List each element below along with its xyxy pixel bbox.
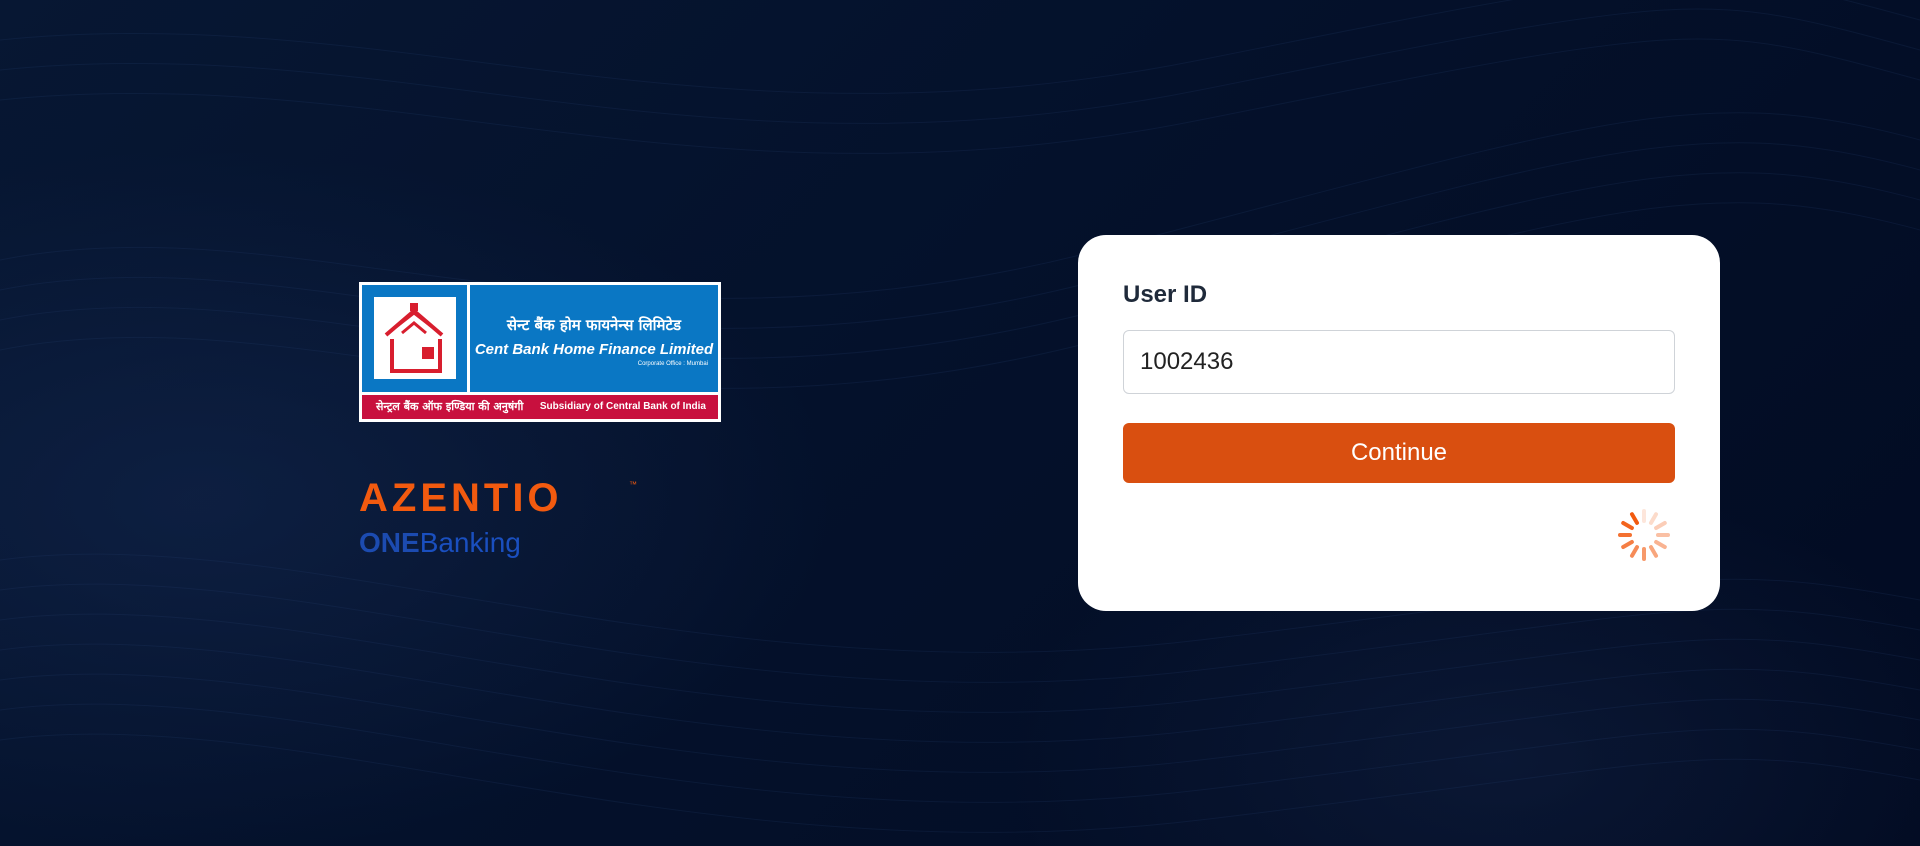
cbhfl-logo-divider xyxy=(467,285,470,392)
continue-button[interactable]: Continue xyxy=(1123,423,1675,483)
cbhfl-logo: सेन्ट बैंक होम फायनेन्स लिमिटेड Cent Ban… xyxy=(359,282,721,422)
cbhfl-english-name: Cent Bank Home Finance Limited xyxy=(474,341,714,358)
cbhfl-logo-bottom-band: सेन्ट्रल बैंक ऑफ इण्डिया की अनुषंगी Subs… xyxy=(362,395,718,419)
onebanking-one: ONE xyxy=(359,527,420,558)
onebanking-logo: ONEBanking xyxy=(359,527,521,559)
user-id-input[interactable] xyxy=(1123,330,1675,394)
house-icon xyxy=(374,297,456,379)
cbhfl-english-subsidiary: Subsidiary of Central Bank of India xyxy=(539,401,706,412)
loading-spinner-icon xyxy=(1614,505,1674,565)
azentio-trademark: ™ xyxy=(629,480,637,489)
cbhfl-office-text: Corporate Office : Mumbai xyxy=(637,361,708,367)
cbhfl-logo-top-band: सेन्ट बैंक होम फायनेन्स लिमिटेड Cent Ban… xyxy=(362,285,718,392)
login-card: User ID Continue xyxy=(1078,235,1720,611)
cbhfl-hindi-name: सेन्ट बैंक होम फायनेन्स लिमिटेड xyxy=(506,316,682,334)
cbhfl-hindi-subsidiary: सेन्ट्रल बैंक ऑफ इण्डिया की अनुषंगी xyxy=(376,400,524,413)
azentio-logo: AZENTIO xyxy=(359,476,563,520)
user-id-label: User ID xyxy=(1123,281,1208,308)
onebanking-banking: Banking xyxy=(419,527,521,558)
